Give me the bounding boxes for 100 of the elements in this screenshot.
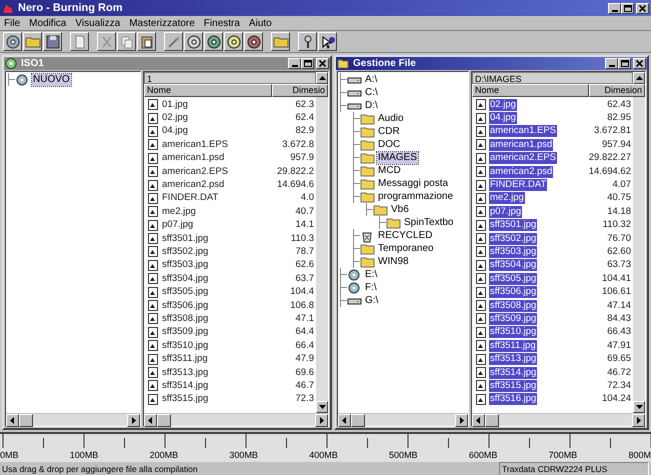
file-name[interactable]: sff3503.jpg <box>489 246 538 258</box>
menu-item[interactable]: File <box>4 16 20 30</box>
file-name[interactable]: sff3501.jpg <box>161 232 210 245</box>
minimize-button[interactable] <box>608 2 621 14</box>
file-name[interactable]: sff3509.jpg <box>489 312 538 325</box>
file-name[interactable]: american2.psd <box>161 179 226 192</box>
file-name[interactable]: sff3504.jpg <box>489 259 538 272</box>
tree-item[interactable]: SpinTextbo <box>403 216 454 228</box>
toolbar-button[interactable] <box>244 32 263 51</box>
file-name[interactable]: sff3505.jpg <box>489 272 538 285</box>
toolbar-button[interactable] <box>97 32 116 51</box>
file-name[interactable]: sff3505.jpg <box>161 286 210 298</box>
toolbar-button[interactable] <box>318 32 337 51</box>
file-name[interactable]: sff3511.jpg <box>489 340 537 352</box>
file-name[interactable]: american1.psd <box>489 138 554 151</box>
file-name[interactable]: sff3508.jpg <box>489 300 538 312</box>
tree-item[interactable]: G:\ <box>364 294 380 306</box>
tree-item[interactable]: NUOVO <box>32 74 71 86</box>
toolbar-button[interactable] <box>184 32 203 51</box>
tree-item[interactable]: IMAGES <box>377 152 418 164</box>
file-name[interactable]: 02.jpg <box>489 98 517 111</box>
file-name[interactable]: p07.jpg <box>489 206 522 218</box>
file-name[interactable]: 01.jpg <box>161 98 189 111</box>
toolbar-button[interactable] <box>204 32 223 51</box>
menu-item[interactable]: Finestra <box>204 16 240 30</box>
maximize-button[interactable] <box>618 58 631 69</box>
column-header[interactable]: Nome <box>472 84 589 97</box>
file-name[interactable]: american2.EPS <box>489 152 558 164</box>
menu-item[interactable]: Masterizzatore <box>129 16 195 30</box>
file-name[interactable]: american2.EPS <box>161 166 230 178</box>
file-name[interactable]: sff3504.jpg <box>161 272 210 285</box>
tree-item[interactable]: CDR <box>377 126 401 138</box>
scroll-thumb[interactable] <box>485 414 499 427</box>
file-name[interactable]: sff3502.jpg <box>489 232 538 245</box>
vertical-scrollbar[interactable] <box>316 97 328 413</box>
scroll-thumb[interactable] <box>19 414 33 427</box>
horizontal-scrollbar[interactable] <box>144 413 328 426</box>
file-name[interactable]: p07.jpg <box>161 219 194 232</box>
toolbar-button[interactable] <box>70 32 89 51</box>
scroll-thumb[interactable] <box>157 414 171 427</box>
file-name[interactable]: sff3503.jpg <box>161 259 210 272</box>
path-field[interactable]: D:\IMAGES <box>472 72 633 84</box>
tree-item[interactable]: Messaggi posta <box>377 178 450 190</box>
toolbar-button[interactable] <box>224 32 243 51</box>
file-name[interactable]: american1.EPS <box>161 138 230 151</box>
tree-item[interactable]: C:\ <box>364 86 379 98</box>
horizontal-scrollbar[interactable] <box>338 413 468 426</box>
close-button[interactable] <box>636 2 649 14</box>
close-button[interactable] <box>633 58 646 69</box>
tree-item[interactable]: DOC <box>377 138 402 150</box>
toolbar-button[interactable] <box>298 32 317 51</box>
toolbar-button[interactable] <box>43 32 62 51</box>
file-name[interactable]: sff3516.jpg <box>489 393 538 406</box>
file-name[interactable]: sff3502.jpg <box>161 246 210 258</box>
column-header[interactable]: Dimesion <box>589 84 645 97</box>
maximize-button[interactable] <box>301 58 314 69</box>
file-name[interactable]: sff3510.jpg <box>161 340 210 352</box>
file-name[interactable]: FINDER.DAT <box>489 179 548 192</box>
path-field[interactable]: 1 <box>144 72 316 84</box>
tree-item[interactable]: MCD <box>377 164 402 176</box>
menu-item[interactable]: Aiuto <box>248 16 272 30</box>
file-name[interactable]: sff3514.jpg <box>489 366 538 378</box>
file-name[interactable]: sff3506.jpg <box>161 300 210 312</box>
file-name[interactable]: me2.jpg <box>489 192 525 204</box>
file-name[interactable]: american1.EPS <box>489 125 558 138</box>
column-header[interactable]: Nome <box>144 84 272 97</box>
minimize-button[interactable] <box>605 58 618 69</box>
column-header[interactable]: Dimesio <box>272 84 328 97</box>
menu-item[interactable]: Visualizza <box>75 16 120 30</box>
file-name[interactable]: sff3508.jpg <box>161 312 210 325</box>
file-name[interactable]: sff3515.jpg <box>489 380 538 392</box>
menu-item[interactable]: Modifica <box>29 16 66 30</box>
toolbar-button[interactable] <box>3 32 22 51</box>
file-name[interactable]: sff3510.jpg <box>489 326 538 338</box>
file-name[interactable]: me2.jpg <box>161 206 197 218</box>
file-name[interactable]: 04.jpg <box>489 112 517 124</box>
file-name[interactable]: sff3509.jpg <box>161 326 210 338</box>
file-name[interactable]: sff3511.jpg <box>161 353 209 366</box>
minimize-button[interactable] <box>288 58 301 69</box>
file-name[interactable]: sff3513.jpg <box>161 366 210 378</box>
file-name[interactable]: FINDER.DAT <box>161 192 220 204</box>
tree-item[interactable]: D:\ <box>364 100 379 112</box>
file-name[interactable]: sff3501.jpg <box>489 219 538 232</box>
file-name[interactable]: 04.jpg <box>161 125 189 138</box>
toolbar-button[interactable] <box>271 32 290 51</box>
vertical-scrollbar[interactable] <box>633 97 645 413</box>
file-name[interactable]: american1.psd <box>161 152 226 164</box>
toolbar-button[interactable] <box>164 32 183 51</box>
toolbar-button[interactable] <box>23 32 42 51</box>
tree-item[interactable]: A:\ <box>364 74 378 86</box>
file-name[interactable]: sff3506.jpg <box>489 286 538 298</box>
tree-item[interactable]: Temporaneo <box>377 242 435 254</box>
close-button[interactable] <box>316 58 329 69</box>
tree-item[interactable]: RECYCLED <box>377 230 434 242</box>
file-name[interactable]: 02.jpg <box>161 112 189 124</box>
maximize-button[interactable] <box>621 2 634 14</box>
file-name[interactable]: sff3514.jpg <box>161 380 210 392</box>
tree-item[interactable]: WIN98 <box>377 256 410 268</box>
toolbar-button[interactable] <box>137 32 156 51</box>
tree-item[interactable]: programmazione <box>377 190 454 202</box>
